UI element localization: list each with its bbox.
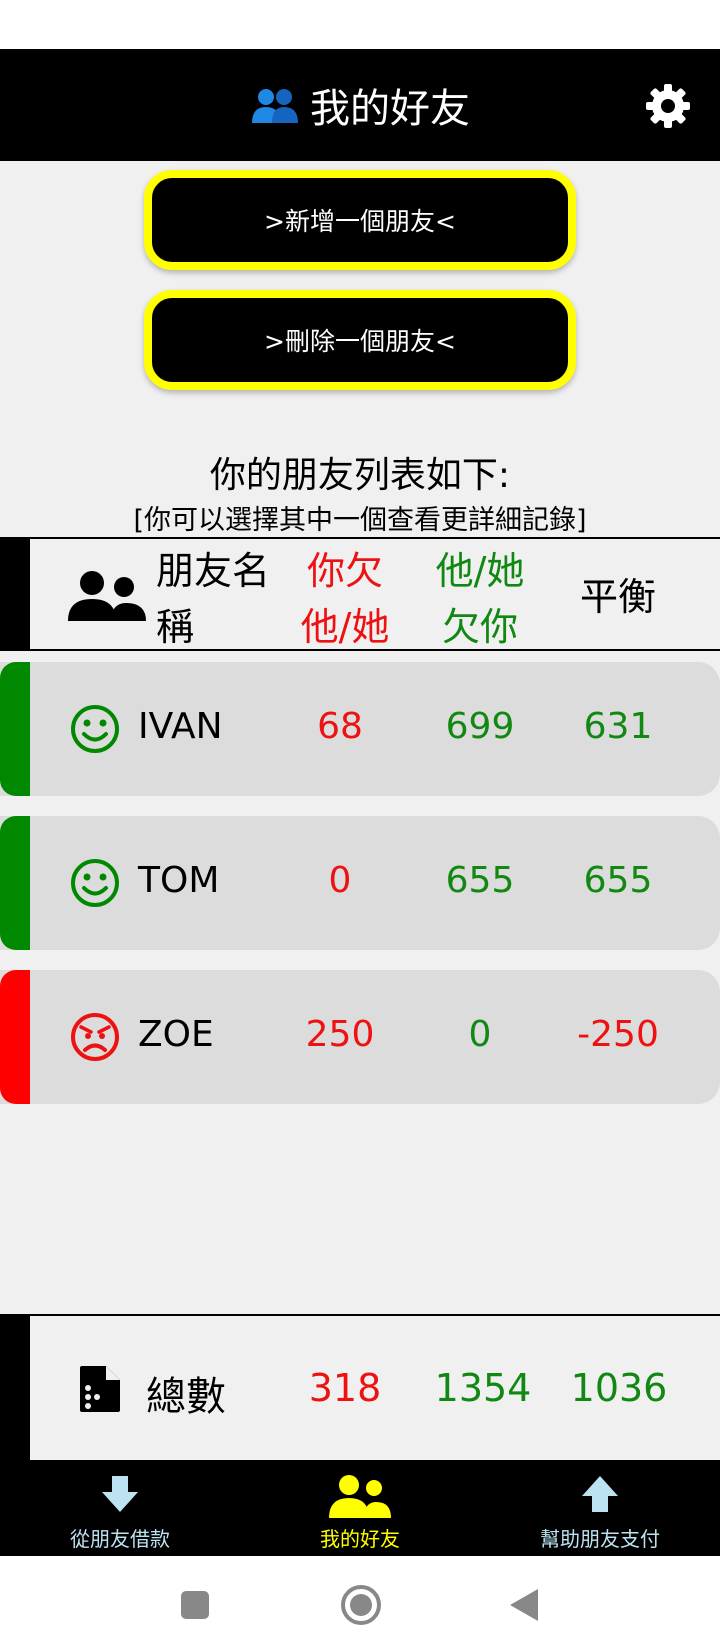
header-you-owe: 你欠他/她: [300, 549, 390, 649]
list-subtitle: [你可以選擇其中一個查看更詳細記錄]: [133, 505, 587, 536]
friends-icon: [329, 1475, 391, 1518]
total-they-owe: 1354: [434, 1366, 532, 1410]
nav-my-friends[interactable]: 我的好友: [240, 1460, 480, 1556]
bottom-nav: 從朋友借款 我的好友 幫助朋友支付: [0, 1460, 720, 1556]
nav-help-pay[interactable]: 幫助朋友支付: [480, 1460, 720, 1556]
friend-balance: 631: [583, 706, 653, 747]
nav-label: 我的好友: [320, 1527, 400, 1551]
add-friend-button[interactable]: >新增一個朋友<: [144, 170, 576, 270]
app-title-group: 我的好友: [0, 49, 720, 161]
status-accent-bar: [0, 816, 30, 950]
smile-icon: [71, 705, 119, 753]
list-title: 你的朋友列表如下:: [209, 455, 511, 496]
friend-they-owe: 0: [468, 1014, 492, 1055]
friend-you-owe: 68: [317, 706, 363, 747]
friend-row-ivan[interactable]: IVAN 68 699 631: [0, 662, 720, 796]
header-accent-bar: [0, 539, 30, 649]
friend-row-zoe[interactable]: ZOE 250 0 -250: [0, 970, 720, 1104]
friends-icon: [252, 89, 298, 123]
friend-balance: -250: [577, 1014, 659, 1055]
home-icon[interactable]: [340, 1584, 382, 1626]
status-bar: [0, 0, 720, 49]
smile-icon: [71, 859, 119, 907]
delete-friend-button[interactable]: >刪除一個朋友<: [144, 290, 576, 390]
friend-you-owe: 250: [305, 1014, 375, 1055]
totals-row: 總數 318 1354 1036: [0, 1314, 720, 1460]
nav-label: 從朋友借款: [70, 1527, 170, 1551]
header-name: 朋友名稱: [156, 549, 271, 649]
arrow-down-icon: [102, 1476, 138, 1512]
friend-they-owe: 655: [445, 860, 515, 901]
friend-row-tom[interactable]: TOM 0 655 655: [0, 816, 720, 950]
app-bar: 我的好友: [0, 49, 720, 161]
arrow-up-icon: [582, 1476, 618, 1512]
friend-they-owe: 699: [445, 706, 515, 747]
friends-icon: [68, 571, 146, 621]
friend-name: ZOE: [138, 1014, 214, 1055]
total-balance: 1036: [570, 1366, 668, 1410]
angry-face-icon: [71, 1013, 119, 1061]
recent-apps-icon[interactable]: [180, 1590, 210, 1620]
document-icon: [80, 1366, 120, 1412]
status-accent-bar: [0, 970, 30, 1104]
gear-icon[interactable]: [644, 82, 692, 130]
friend-you-owe: 0: [328, 860, 352, 901]
friend-name: TOM: [138, 860, 220, 901]
nav-borrow[interactable]: 從朋友借款: [0, 1460, 240, 1556]
back-icon[interactable]: [508, 1587, 540, 1623]
totals-label: 總數: [146, 1374, 226, 1420]
status-accent-bar: [0, 662, 30, 796]
header-balance: 平衡: [579, 575, 656, 619]
totals-accent-bar: [0, 1316, 30, 1460]
table-header: 朋友名稱 你欠他/她 他/她欠你 平衡: [0, 537, 720, 651]
friend-name: IVAN: [138, 706, 223, 747]
total-you-owe: 318: [308, 1366, 382, 1410]
friend-balance: 655: [583, 860, 653, 901]
system-nav-bar: [0, 1556, 720, 1650]
app-title: 我的好友: [310, 86, 470, 132]
nav-label: 幫助朋友支付: [540, 1527, 660, 1551]
header-they-owe: 他/她欠你: [435, 549, 525, 649]
